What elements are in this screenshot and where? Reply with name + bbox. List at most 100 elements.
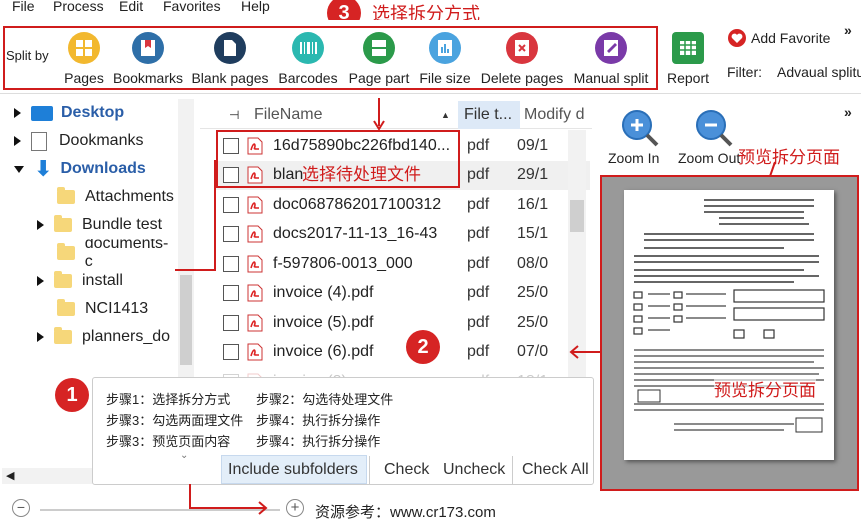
include-subfolders-button[interactable]: Include subfolders xyxy=(228,461,358,479)
preview-overflow-icon[interactable]: » xyxy=(844,104,852,120)
file-checkbox[interactable] xyxy=(223,344,239,360)
tree-item-nci1413[interactable]: NCI1413 xyxy=(57,295,148,323)
collapse-icon[interactable] xyxy=(14,165,24,173)
expand-icon[interactable] xyxy=(37,332,44,342)
pdf-file-icon xyxy=(247,343,263,361)
scroll-left-icon[interactable]: ◀ xyxy=(6,469,14,482)
tree-item-install[interactable]: install xyxy=(37,267,123,295)
zoom-in-label: Zoom In xyxy=(608,150,660,166)
menu-edit[interactable]: Edit xyxy=(119,0,143,14)
uncheck-button[interactable]: Uncheck xyxy=(443,461,505,479)
split-file-size-label: File size xyxy=(419,70,471,86)
split-delete-pages-button[interactable]: Delete pages xyxy=(480,32,564,86)
split-pages-button[interactable]: Pages xyxy=(64,32,104,86)
check-all-button[interactable]: Check All xyxy=(522,461,589,479)
split-manual-button[interactable]: Manual split xyxy=(574,32,648,86)
file-type: pdf xyxy=(467,343,490,360)
folder-icon xyxy=(57,243,75,260)
tree-item-bookmarks[interactable]: Dookmanks xyxy=(14,127,143,155)
expand-icon[interactable] xyxy=(37,220,44,230)
filter-label: Filter: xyxy=(727,64,762,80)
split-pages-label: Pages xyxy=(64,70,104,86)
folder-icon xyxy=(57,187,75,204)
file-name: invoice (4).pdf xyxy=(273,284,374,301)
menu-file[interactable]: File xyxy=(12,0,35,14)
expand-icon[interactable] xyxy=(14,136,21,146)
split-page-part-label: Page part xyxy=(348,70,410,86)
zoom-out-label: Zoom Out xyxy=(678,150,741,166)
zoom-plus-icon[interactable]: + xyxy=(286,499,304,517)
filelist-scrollbar-thumb[interactable] xyxy=(570,200,584,232)
file-type: pdf xyxy=(467,284,490,301)
desktop-icon xyxy=(31,105,53,121)
split-blank-pages-label: Blank pages xyxy=(191,70,269,86)
step-3a: 步骤3：勾选两面理文件 xyxy=(106,413,244,428)
tree-item-attachments[interactable]: Attachments xyxy=(57,183,174,211)
step-4b: 步骤4：执行拆分操作 xyxy=(256,434,381,449)
split-bookmarks-label: Bookmarks xyxy=(112,70,184,86)
expand-icon[interactable] xyxy=(14,108,21,118)
zoom-in-button[interactable] xyxy=(620,108,660,148)
tree-scrollbar-thumb[interactable] xyxy=(180,275,192,365)
toolbar-overflow-icon[interactable]: » xyxy=(844,22,852,38)
divider xyxy=(369,456,370,484)
step-1: 步骤1：选择拆分方式 xyxy=(106,392,231,407)
file-row[interactable]: invoice (6).pdf pdf 07/0 xyxy=(215,338,590,367)
menu-process[interactable]: Process xyxy=(53,0,104,14)
file-checkbox[interactable] xyxy=(223,314,239,331)
file-row[interactable]: invoice (4).pdf pdf 25/0 xyxy=(215,279,590,308)
annotation-badge-2: 2 xyxy=(406,330,440,364)
file-size-icon xyxy=(429,32,461,64)
split-delete-pages-label: Delete pages xyxy=(480,70,564,86)
report-button[interactable]: Report xyxy=(666,32,710,86)
annotation-arrow-bottom xyxy=(189,484,268,515)
source-reference: 资源参考：www.cr173.com xyxy=(315,504,496,521)
folder-icon xyxy=(54,327,72,344)
manual-split-icon xyxy=(595,32,627,64)
add-favorite-label: Add Favorite xyxy=(751,30,831,46)
step-2: 步骤2：勾选待处理文件 xyxy=(256,392,394,407)
preview-page xyxy=(624,190,834,460)
file-name: invoice (5).pdf xyxy=(273,313,374,331)
folder-icon xyxy=(57,299,75,316)
split-barcodes-button[interactable]: Barcodes xyxy=(278,32,338,86)
file-checkbox[interactable] xyxy=(223,285,239,301)
menu-help[interactable]: Help xyxy=(241,0,270,14)
split-by-label: Split by xyxy=(6,48,49,63)
step-4a: 步骤4：执行拆分操作 xyxy=(256,413,381,428)
annotation-arrows xyxy=(175,98,385,271)
check-button[interactable]: Check xyxy=(384,461,429,479)
download-arrow-icon: ⬇ xyxy=(34,156,53,181)
split-file-size-button[interactable]: File size xyxy=(419,32,471,86)
annotation-arrow-left xyxy=(569,345,602,359)
zoom-in-icon xyxy=(622,110,659,147)
split-blank-pages-button[interactable]: Blank pages xyxy=(191,32,269,86)
tree-item-desktop[interactable]: Desktop xyxy=(14,99,124,127)
folder-icon xyxy=(54,215,72,232)
heart-icon xyxy=(728,29,746,47)
divider xyxy=(512,456,513,484)
tree-item-bundle-test[interactable]: Bundle test xyxy=(37,211,162,239)
page-part-icon xyxy=(363,32,395,64)
bookmark-icon xyxy=(132,32,164,64)
zoom-minus-icon[interactable]: − xyxy=(12,499,30,517)
filter-value[interactable]: Advaual splitu xyxy=(777,64,861,80)
expand-icon[interactable] xyxy=(37,276,44,286)
split-barcodes-label: Barcodes xyxy=(278,70,338,86)
pdf-file-icon xyxy=(247,314,263,332)
split-bookmarks-button[interactable]: Bookmarks xyxy=(112,32,184,86)
zoom-out-button[interactable] xyxy=(694,108,734,151)
tree-item-documents[interactable]: documents-c xyxy=(57,239,175,267)
menu-favorites[interactable]: Favorites xyxy=(163,0,221,14)
tree-item-planners[interactable]: planners_do xyxy=(37,323,175,351)
column-modify-date[interactable]: Modify d xyxy=(524,106,586,124)
delete-pages-icon xyxy=(506,32,538,64)
add-favorite-button[interactable]: Add Favorite xyxy=(727,29,830,47)
pages-icon xyxy=(68,32,100,64)
annotation-badge-1: 1 xyxy=(55,378,89,412)
split-page-part-button[interactable]: Page part xyxy=(347,32,411,86)
tree-item-downloads[interactable]: ⬇ Downloads xyxy=(14,155,146,183)
barcode-icon xyxy=(292,32,324,64)
report-icon xyxy=(672,32,704,64)
file-row[interactable]: invoice (5).pdf pdf 25/0 xyxy=(215,308,590,337)
